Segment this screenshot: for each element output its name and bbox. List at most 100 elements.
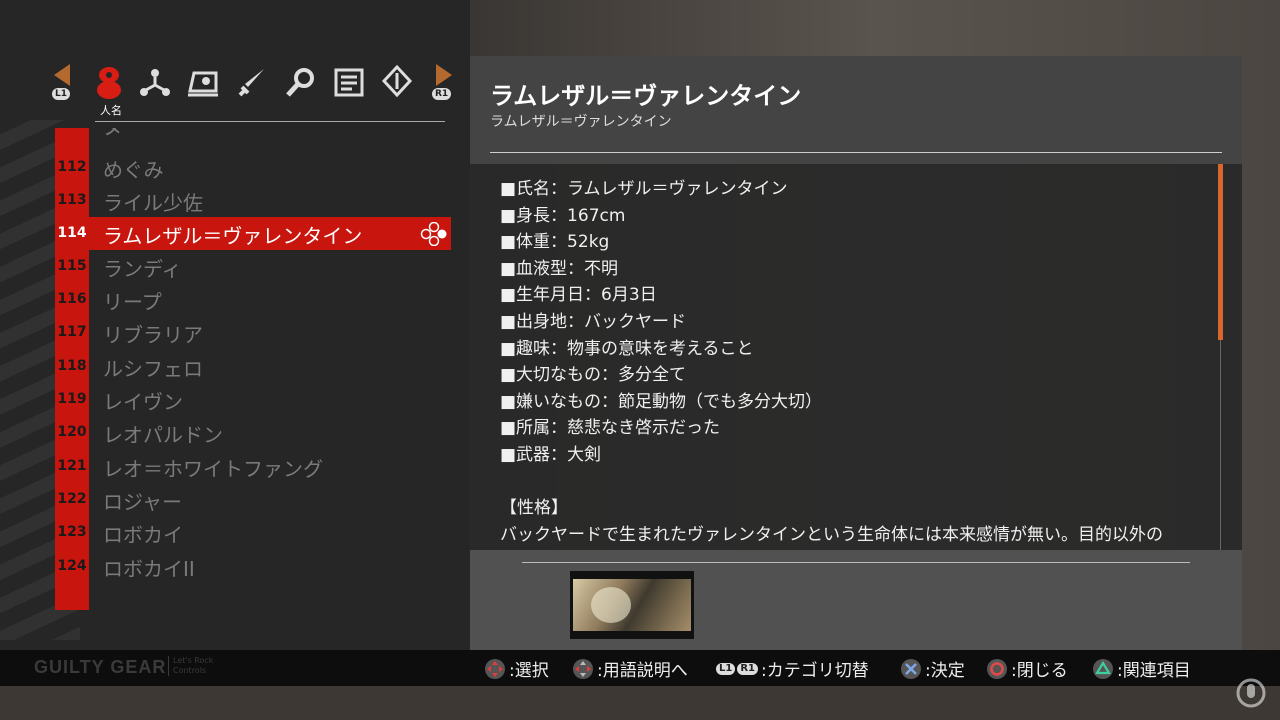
list-item[interactable]: 121 レオ＝ホワイトファング <box>55 450 451 483</box>
list-item[interactable]: 123 ロボカイ <box>55 516 451 549</box>
list-item-name: レオ＝ホワイトファング <box>103 457 323 481</box>
list-item-number: 112 <box>57 159 87 175</box>
diamond-icon <box>381 65 413 98</box>
triangle-button-icon <box>1093 658 1113 679</box>
weapon-icon <box>238 69 264 97</box>
footer-bar: GUILTY GEAR Let's Rock Controls :選択 :用語説… <box>0 650 1280 686</box>
category-person-icon[interactable] <box>90 62 128 102</box>
category-diamond-icon[interactable] <box>378 62 416 102</box>
thumbnail-image <box>573 579 691 631</box>
category-bar: L1 人名 R1 <box>52 58 452 120</box>
logo-sub-line: Controls <box>173 666 207 675</box>
hint-related-label: :関連項目 <box>1117 661 1191 681</box>
detail-line <box>500 469 1210 496</box>
document-icon <box>334 68 364 97</box>
list-item-number: 117 <box>57 324 87 340</box>
list-item[interactable]: 117 リブラリア <box>55 316 451 349</box>
dpad-cursor-icon <box>420 222 447 246</box>
detail-line: ■生年月日：6月3日 <box>500 285 657 306</box>
list-item-number: 114 <box>57 225 87 241</box>
list-item-name: ロジャー <box>103 490 182 514</box>
detail-line: ■身長：167cm <box>500 205 626 226</box>
list-item-name: リープ <box>103 290 162 314</box>
list-item-name: ランディ <box>103 257 182 281</box>
detail-line: ■武器：大剣 <box>500 444 602 465</box>
detail-panel: ラムレザル＝ヴァレンタイン ラムレザル＝ヴァレンタイン ■氏名：ラムレザル＝ヴァ… <box>470 56 1242 650</box>
media-thumbnail[interactable] <box>570 571 694 639</box>
category-active-label: 人名 <box>100 104 122 117</box>
list-item-selected[interactable]: 114 ラムレザル＝ヴァレンタイン <box>55 217 451 250</box>
detail-line: 【性格】 <box>500 498 568 519</box>
r1-button-icon: R1 <box>737 662 759 675</box>
scrollbar-thumb[interactable] <box>1218 164 1223 340</box>
list-item[interactable]: 118 ルシフェロ <box>55 350 451 383</box>
hint-related: :関連項目 <box>1092 656 1191 681</box>
list-item-name: リブラリア <box>103 323 203 347</box>
bottom-strip <box>0 686 1280 720</box>
detail-line: ■体重：52kg <box>500 232 610 253</box>
list-item[interactable]: 115 ランディ <box>55 250 451 283</box>
list-item-name: レオパルドン <box>103 423 223 447</box>
list-item[interactable]: 116 リープ <box>55 283 451 316</box>
list-item-number: 116 <box>57 291 87 307</box>
list-item[interactable]: 120 レオパルドン <box>55 416 451 449</box>
list-item-name: ヌ <box>103 128 123 140</box>
microphone-icon <box>1236 678 1266 708</box>
list-item-name: ラムレザル＝ヴァレンタイン <box>103 224 363 248</box>
category-search-icon[interactable] <box>282 62 320 102</box>
category-map-icon[interactable] <box>184 62 222 102</box>
dpad-icon <box>485 658 505 679</box>
prev-category-arrow[interactable] <box>54 64 70 86</box>
l1-button-label: L1 <box>52 88 70 100</box>
category-document-icon[interactable] <box>330 62 368 102</box>
detail-subtitle: ラムレザル＝ヴァレンタイン <box>490 114 672 130</box>
list-item[interactable]: 113 ライル少佐 <box>55 184 451 217</box>
hint-confirm-label: :決定 <box>925 661 965 681</box>
list-item-name: ロボカイ <box>103 523 183 547</box>
category-divider <box>95 121 445 122</box>
list-item[interactable]: 124 ロボカイII <box>55 550 451 583</box>
detail-line: ■趣味：物事の意味を考えること <box>500 338 754 359</box>
detail-body[interactable]: ■氏名：ラムレザル＝ヴァレンタイン ■身長：167cm ■体重：52kg ■血液… <box>500 176 1210 550</box>
search-icon <box>286 68 314 97</box>
header-divider <box>490 152 1222 153</box>
hint-category-label: :カテゴリ切替 <box>761 661 869 681</box>
hint-category: L1 R1 :カテゴリ切替 <box>716 656 869 681</box>
list-item-number: 124 <box>57 558 87 574</box>
category-network-icon[interactable] <box>136 62 174 102</box>
dpad-icon <box>573 658 593 679</box>
list-item-number: 111 <box>55 128 89 132</box>
l1-button-icon: L1 <box>716 662 736 675</box>
hint-close-label: :閉じる <box>1011 661 1068 681</box>
hint-glossary-label: :用語説明へ <box>597 661 688 681</box>
list-item-number: 121 <box>57 458 87 474</box>
game-logo-sub: Let's Rock Controls <box>168 656 213 676</box>
list-item[interactable]: 111 ヌ <box>55 128 451 141</box>
list-item-name: ルシフェロ <box>103 357 203 381</box>
list-item-name: ライル少佐 <box>103 191 203 215</box>
media-divider <box>522 562 1190 563</box>
detail-line: ■出身地：バックヤード <box>500 311 687 332</box>
logo-sub-line: Let's Rock <box>173 656 214 665</box>
next-category-arrow[interactable] <box>436 64 452 86</box>
list-item[interactable]: 112 めぐみ <box>55 151 451 184</box>
hint-select: :選択 <box>484 656 549 681</box>
category-weapon-icon[interactable] <box>234 62 272 102</box>
hint-select-label: :選択 <box>509 661 549 681</box>
circle-button-icon <box>987 658 1007 679</box>
scrollbar-track[interactable] <box>1220 340 1221 550</box>
game-logo: GUILTY GEAR <box>34 657 167 677</box>
glossary-list[interactable]: 111 ヌ 112 めぐみ 113 ライル少佐 114 ラムレザル＝ヴァレンタイ… <box>55 128 455 598</box>
list-item-number: 122 <box>57 491 87 507</box>
hint-confirm: :決定 <box>900 656 965 681</box>
list-item-number: 119 <box>57 391 87 407</box>
hint-close: :閉じる <box>986 656 1068 681</box>
list-item-number: 113 <box>57 192 87 208</box>
detail-line: ■氏名：ラムレザル＝ヴァレンタイン <box>500 179 788 199</box>
list-item[interactable]: 119 レイヴン <box>55 383 451 416</box>
list-item-number: 120 <box>57 424 87 440</box>
detail-line: バックヤードで生まれたヴァレンタインという生命体には本来感情が無い。目的以外の <box>500 524 1163 545</box>
detail-line: ■大切なもの：多分全て <box>500 365 687 386</box>
list-item-name: ロボカイII <box>103 557 195 581</box>
list-item[interactable]: 122 ロジャー <box>55 483 451 516</box>
